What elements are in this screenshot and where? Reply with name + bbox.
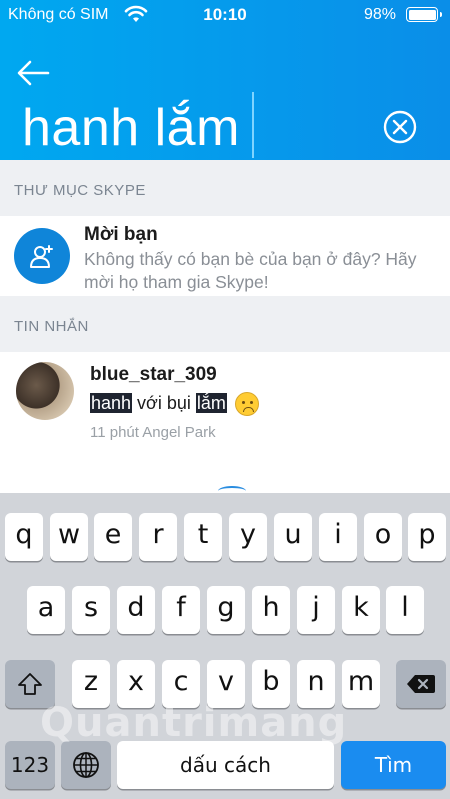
key-r[interactable]: r	[139, 513, 177, 561]
search-header: Không có SIM 10:10 98% hanh lắm	[0, 0, 450, 160]
status-bar: Không có SIM 10:10 98%	[0, 0, 450, 30]
key-w[interactable]: w	[50, 513, 88, 561]
back-arrow-icon[interactable]	[16, 58, 50, 88]
battery-percent: 98%	[364, 6, 397, 23]
key-m[interactable]: m	[342, 660, 380, 708]
snippet-text: với bụi	[132, 392, 196, 413]
highlight-match-1: hanh	[90, 392, 133, 413]
key-t[interactable]: t	[184, 513, 222, 561]
key-v[interactable]: v	[207, 660, 245, 708]
keyboard: q w e r t y u i o p a s d f g h j k l z …	[0, 493, 450, 799]
key-p[interactable]: p	[408, 513, 446, 561]
section-header-messages: TIN NHẮN	[0, 296, 450, 352]
add-person-icon	[30, 245, 53, 268]
backspace-key[interactable]	[396, 660, 446, 708]
space-key[interactable]: dấu cách	[117, 741, 334, 789]
key-c[interactable]: c	[162, 660, 200, 708]
backspace-icon	[407, 675, 435, 693]
globe-key[interactable]	[61, 741, 111, 789]
key-a[interactable]: a	[27, 586, 65, 634]
invite-friends-row[interactable]: Mời bạn Không thấy có bạn bè của bạn ở đ…	[0, 216, 450, 296]
text-cursor	[252, 92, 254, 158]
contact-name: blue_star_309	[90, 364, 217, 385]
key-h[interactable]: h	[252, 586, 290, 634]
message-result-row[interactable]: blue_star_309 hanh với bụi lắm 11 phút A…	[0, 352, 450, 492]
key-z[interactable]: z	[72, 660, 110, 708]
invite-title: Mời bạn	[84, 224, 158, 245]
message-snippet: hanh với bụi lắm	[90, 392, 259, 416]
invite-description: Không thấy có bạn bè của bạn ở đây? Hãy …	[84, 249, 417, 292]
key-y[interactable]: y	[229, 513, 267, 561]
key-u[interactable]: u	[274, 513, 312, 561]
key-f[interactable]: f	[162, 586, 200, 634]
key-q[interactable]: q	[5, 513, 43, 561]
search-input[interactable]: hanh lắm	[22, 98, 240, 158]
battery-icon	[406, 7, 442, 22]
add-contact-avatar	[14, 228, 70, 284]
message-meta: 11 phút Angel Park	[90, 424, 216, 441]
key-n[interactable]: n	[297, 660, 335, 708]
key-k[interactable]: k	[342, 586, 380, 634]
highlight-match-2: lắm	[195, 392, 227, 413]
key-s[interactable]: s	[72, 586, 110, 634]
key-g[interactable]: g	[207, 586, 245, 634]
clear-search-icon[interactable]	[383, 110, 417, 144]
section-header-directory: THƯ MỤC SKYPE	[0, 160, 450, 216]
shift-arrow-icon	[18, 673, 42, 695]
key-b[interactable]: b	[252, 660, 290, 708]
key-i[interactable]: i	[319, 513, 357, 561]
key-j[interactable]: j	[297, 586, 335, 634]
numbers-key[interactable]: 123	[5, 741, 55, 789]
contact-avatar	[16, 362, 74, 420]
search-key[interactable]: Tìm	[341, 741, 446, 789]
key-x[interactable]: x	[117, 660, 155, 708]
key-o[interactable]: o	[364, 513, 402, 561]
key-l[interactable]: l	[386, 586, 424, 634]
key-e[interactable]: e	[94, 513, 132, 561]
shift-key[interactable]	[5, 660, 55, 708]
key-d[interactable]: d	[117, 586, 155, 634]
worried-face-emoji-icon	[234, 392, 259, 416]
globe-icon	[73, 752, 99, 778]
